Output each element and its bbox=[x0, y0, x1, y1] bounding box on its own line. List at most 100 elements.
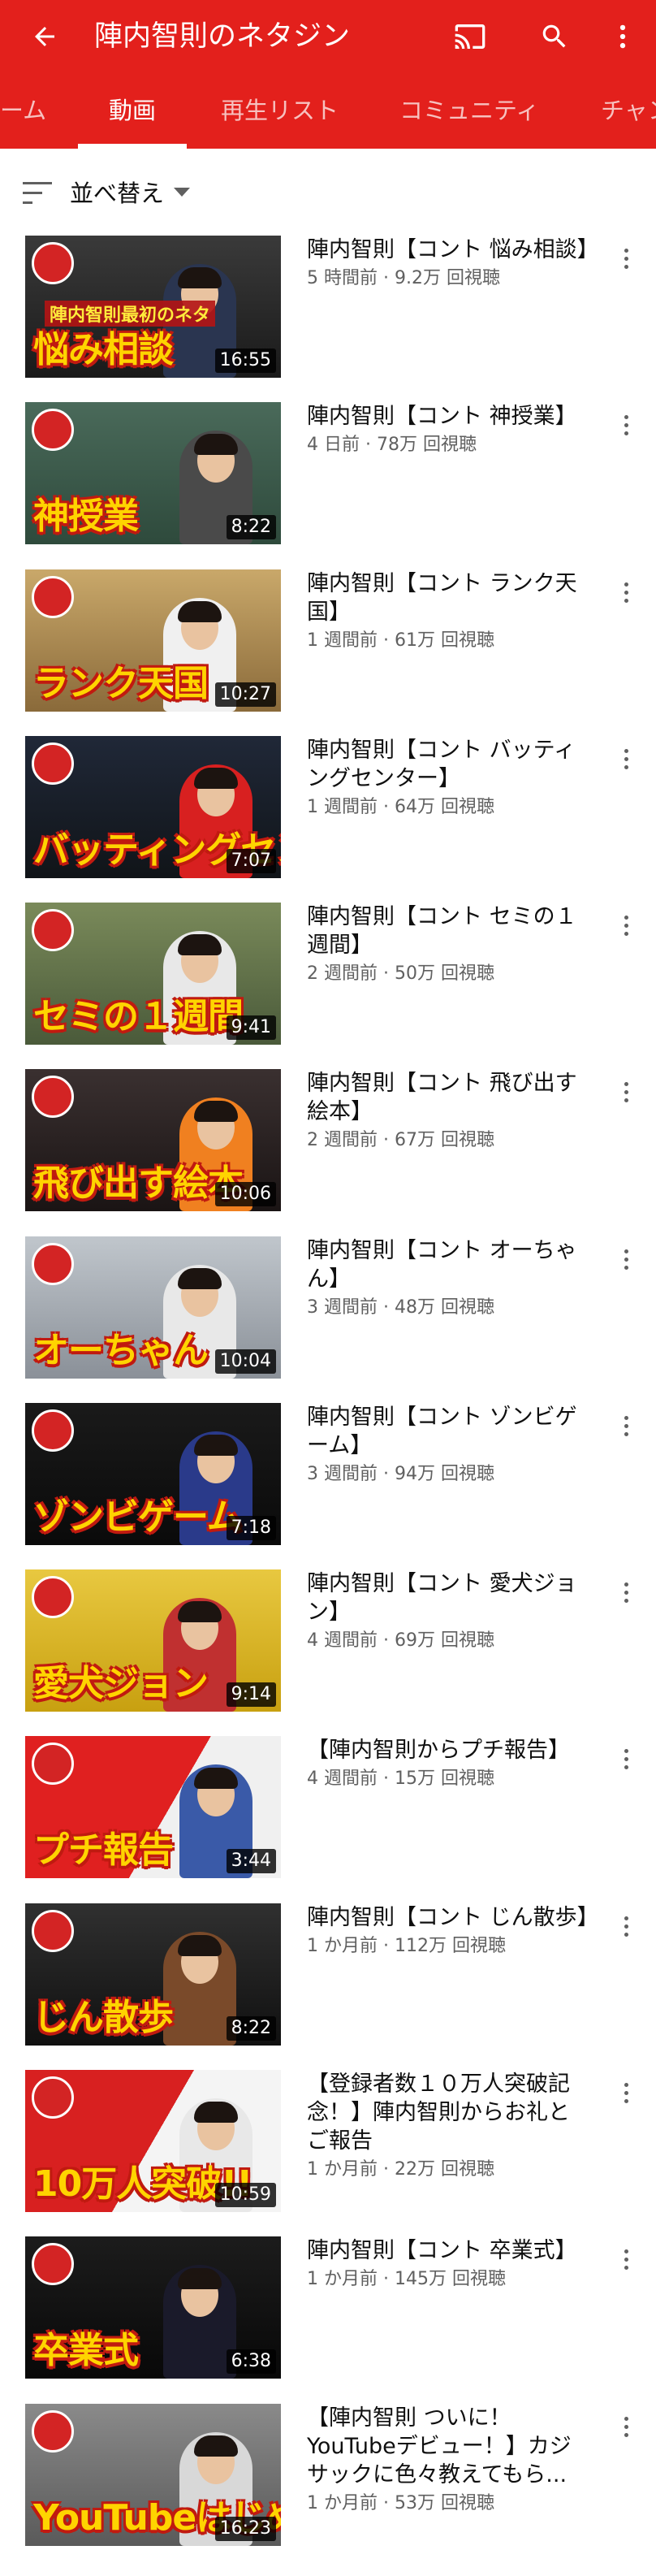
video-more-icon[interactable] bbox=[614, 242, 638, 275]
video-meta: 【陣内智則 ついに！YouTubeデビュー！】カジサックに色々教えてもら... … bbox=[307, 2404, 591, 2517]
netajin-logo-icon bbox=[32, 1409, 74, 1452]
video-meta: 【陣内智則からプチ報告】 4 週間前 · 15万 回視聴 bbox=[307, 1736, 591, 1792]
tab-playlists[interactable]: 再生リスト bbox=[221, 73, 339, 149]
video-duration: 8:22 bbox=[226, 515, 276, 539]
video-more-icon[interactable] bbox=[614, 1576, 638, 1608]
netajin-logo-icon bbox=[32, 242, 74, 284]
video-thumbnail[interactable]: じん散歩 8:22 bbox=[25, 1903, 281, 2046]
netajin-logo-icon bbox=[32, 1743, 74, 1785]
video-title[interactable]: 陣内智則【コント 飛び出す絵本】 bbox=[307, 1069, 591, 1126]
thumbnail-caption: 悩み相談 bbox=[33, 329, 174, 370]
video-more-icon[interactable] bbox=[614, 1076, 638, 1108]
video-title[interactable]: 陣内智則【コント 愛犬ジョン】 bbox=[307, 1569, 591, 1626]
back-arrow-icon[interactable] bbox=[23, 15, 67, 58]
video-title[interactable]: 【登録者数１０万人突破記念！】陣内智則からお礼とご報告 bbox=[307, 2070, 591, 2155]
video-meta: 陣内智則【コント 卒業式】 1 か月前 · 145万 回視聴 bbox=[307, 2236, 591, 2292]
video-more-icon[interactable] bbox=[614, 1243, 638, 1275]
video-views-time: 4 週間前 · 15万 回視聴 bbox=[307, 1769, 494, 1789]
video-more-icon[interactable] bbox=[614, 2410, 638, 2443]
tab-channels[interactable]: チャン bbox=[601, 73, 656, 149]
video-title[interactable]: 陣内智則【コント セミの１週間】 bbox=[307, 903, 591, 959]
video-thumbnail[interactable]: 陣内智則最初のネタ 悩み相談 16:55 bbox=[25, 236, 281, 378]
thumbnail-caption: オーちゃん bbox=[33, 1330, 209, 1371]
video-item[interactable]: セミの１週間 9:41 陣内智則【コント セミの１週間】 2 週間前 · 50万… bbox=[0, 903, 656, 1070]
video-more-icon[interactable] bbox=[614, 1409, 638, 1442]
video-duration: 7:07 bbox=[226, 849, 276, 873]
video-views-time: 1 か月前 · 145万 回視聴 bbox=[307, 2269, 506, 2289]
video-title[interactable]: 陣内智則【コント ゾンビゲーム】 bbox=[307, 1403, 591, 1460]
video-more-icon[interactable] bbox=[614, 2243, 638, 2275]
search-icon[interactable] bbox=[533, 15, 576, 58]
video-duration: 16:23 bbox=[214, 2517, 276, 2541]
video-title[interactable]: 陣内智則【コント 神授業】 bbox=[307, 402, 591, 431]
video-meta: 陣内智則【コント 悩み相談】 5 時間前 · 9.2万 回視聴 bbox=[307, 236, 599, 292]
video-more-icon[interactable] bbox=[614, 909, 638, 942]
video-title[interactable]: 陣内智則【コント バッティングセンター】 bbox=[307, 736, 591, 793]
video-thumbnail[interactable]: プチ報告 3:44 bbox=[25, 1736, 281, 1878]
cast-icon[interactable] bbox=[448, 15, 492, 58]
video-duration: 10:04 bbox=[214, 1349, 276, 1374]
netajin-logo-icon bbox=[32, 2410, 74, 2453]
tab-community[interactable]: コミュニティ bbox=[399, 73, 539, 149]
video-thumbnail[interactable]: 神授業 8:22 bbox=[25, 402, 281, 544]
video-item[interactable]: 愛犬ジョン 9:14 陣内智則【コント 愛犬ジョン】 4 週間前 · 69万 回… bbox=[0, 1569, 656, 1737]
video-item[interactable]: 10万人突破!! 10:59 【登録者数１０万人突破記念！】陣内智則からお礼とご… bbox=[0, 2070, 656, 2237]
video-title[interactable]: 【陣内智則 ついに！YouTubeデビュー！】カジサックに色々教えてもら... bbox=[307, 2404, 591, 2489]
video-duration: 3:44 bbox=[226, 1849, 276, 1873]
thumbnail-caption: プチ報告 bbox=[33, 1829, 174, 1871]
video-meta: 陣内智則【コント ランク天国】 1 週間前 · 61万 回視聴 bbox=[307, 569, 591, 654]
video-item[interactable]: ランク天国 10:27 陣内智則【コント ランク天国】 1 週間前 · 61万 … bbox=[0, 569, 656, 737]
video-meta: 陣内智則【コント バッティングセンター】 1 週間前 · 64万 回視聴 bbox=[307, 736, 591, 820]
video-item[interactable]: 陣内智則最初のネタ 悩み相談 16:55 陣内智則【コント 悩み相談】 5 時間… bbox=[0, 236, 656, 403]
video-meta: 陣内智則【コント オーちゃん】 3 週間前 · 48万 回視聴 bbox=[307, 1236, 591, 1321]
netajin-logo-icon bbox=[32, 909, 74, 951]
video-thumbnail[interactable]: 卒業式 6:38 bbox=[25, 2236, 281, 2379]
video-item[interactable]: バッティングセン 7:07 陣内智則【コント バッティングセンター】 1 週間前… bbox=[0, 736, 656, 903]
more-vert-icon[interactable] bbox=[601, 15, 645, 58]
video-views-time: 1 週間前 · 64万 回視聴 bbox=[307, 797, 494, 817]
video-thumbnail[interactable]: YouTubeはじめまし 16:23 bbox=[25, 2404, 281, 2546]
video-item[interactable]: ゾンビゲーム 7:18 陣内智則【コント ゾンビゲーム】 3 週間前 · 94万… bbox=[0, 1403, 656, 1570]
video-thumbnail[interactable]: セミの１週間 9:41 bbox=[25, 903, 281, 1045]
video-title[interactable]: 陣内智則【コント 悩み相談】 bbox=[307, 236, 599, 264]
video-more-icon[interactable] bbox=[614, 2076, 638, 2109]
video-more-icon[interactable] bbox=[614, 1910, 638, 1942]
video-item[interactable]: 飛び出す絵本 10:06 陣内智則【コント 飛び出す絵本】 2 週間前 · 67… bbox=[0, 1069, 656, 1236]
thumbnail-person bbox=[163, 1932, 236, 2046]
video-views-time: 1 週間前 · 61万 回視聴 bbox=[307, 630, 494, 651]
video-title[interactable]: 【陣内智則からプチ報告】 bbox=[307, 1736, 591, 1764]
thumbnail-caption: じん散歩 bbox=[33, 1997, 174, 2038]
video-item[interactable]: 卒業式 6:38 陣内智則【コント 卒業式】 1 か月前 · 145万 回視聴 bbox=[0, 2236, 656, 2404]
video-item[interactable]: じん散歩 8:22 陣内智則【コント じん散歩】 1 か月前 · 112万 回視… bbox=[0, 1903, 656, 2071]
video-item[interactable]: オーちゃん 10:04 陣内智則【コント オーちゃん】 3 週間前 · 48万 … bbox=[0, 1236, 656, 1404]
video-thumbnail[interactable]: バッティングセン 7:07 bbox=[25, 736, 281, 878]
thumbnail-caption: ランク天国 bbox=[33, 663, 209, 704]
video-views-time: 4 週間前 · 69万 回視聴 bbox=[307, 1630, 494, 1651]
video-item[interactable]: YouTubeはじめまし 16:23 【陣内智則 ついに！YouTubeデビュー… bbox=[0, 2404, 656, 2571]
video-more-icon[interactable] bbox=[614, 409, 638, 441]
video-title[interactable]: 陣内智則【コント オーちゃん】 bbox=[307, 1236, 591, 1293]
video-more-icon[interactable] bbox=[614, 576, 638, 608]
video-more-icon[interactable] bbox=[614, 742, 638, 775]
video-thumbnail[interactable]: 愛犬ジョン 9:14 bbox=[25, 1569, 281, 1712]
sort-bar[interactable]: 並べ替え bbox=[0, 149, 656, 238]
tab-home[interactable]: ーム bbox=[0, 73, 46, 149]
video-more-icon[interactable] bbox=[614, 1743, 638, 1775]
video-thumbnail[interactable]: 10万人突破!! 10:59 bbox=[25, 2070, 281, 2212]
video-duration: 10:27 bbox=[214, 682, 276, 707]
video-item[interactable]: 神授業 8:22 陣内智則【コント 神授業】 4 日前 · 78万 回視聴 bbox=[0, 402, 656, 569]
video-title[interactable]: 陣内智則【コント じん散歩】 bbox=[307, 1903, 599, 1932]
netajin-logo-icon bbox=[32, 2243, 74, 2285]
video-views-time: 5 時間前 · 9.2万 回視聴 bbox=[307, 268, 500, 288]
video-title[interactable]: 陣内智則【コント 卒業式】 bbox=[307, 2236, 591, 2265]
video-thumbnail[interactable]: 飛び出す絵本 10:06 bbox=[25, 1069, 281, 1211]
video-title[interactable]: 陣内智則【コント ランク天国】 bbox=[307, 569, 591, 626]
video-thumbnail[interactable]: ゾンビゲーム 7:18 bbox=[25, 1403, 281, 1545]
video-thumbnail[interactable]: ランク天国 10:27 bbox=[25, 569, 281, 712]
video-duration: 16:55 bbox=[214, 349, 276, 373]
tab-videos[interactable]: 動画 bbox=[109, 73, 156, 149]
video-thumbnail[interactable]: オーちゃん 10:04 bbox=[25, 1236, 281, 1379]
netajin-logo-icon bbox=[32, 1076, 74, 1118]
video-duration: 8:22 bbox=[226, 2016, 276, 2041]
video-item[interactable]: プチ報告 3:44 【陣内智則からプチ報告】 4 週間前 · 15万 回視聴 bbox=[0, 1736, 656, 1903]
